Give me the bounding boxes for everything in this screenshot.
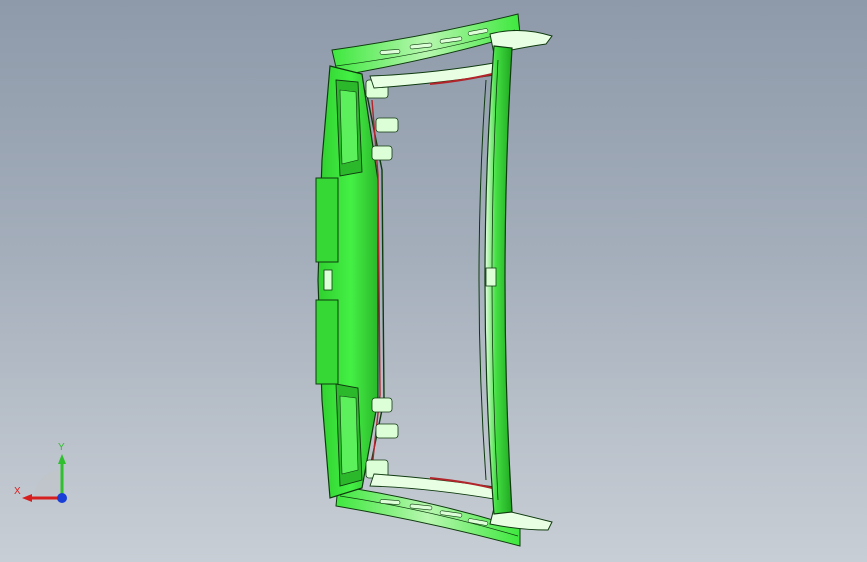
cad-viewport[interactable]: X Y bbox=[0, 0, 867, 562]
triad-icon bbox=[22, 454, 67, 503]
x-axis-label: X bbox=[14, 486, 21, 497]
left-lower-block bbox=[315, 299, 339, 385]
right-beam-tab bbox=[485, 267, 497, 287]
3d-model[interactable] bbox=[0, 0, 867, 562]
coordinate-triad: X Y bbox=[12, 440, 76, 508]
left-upper-block bbox=[315, 177, 339, 263]
y-axis-label: Y bbox=[58, 442, 65, 453]
